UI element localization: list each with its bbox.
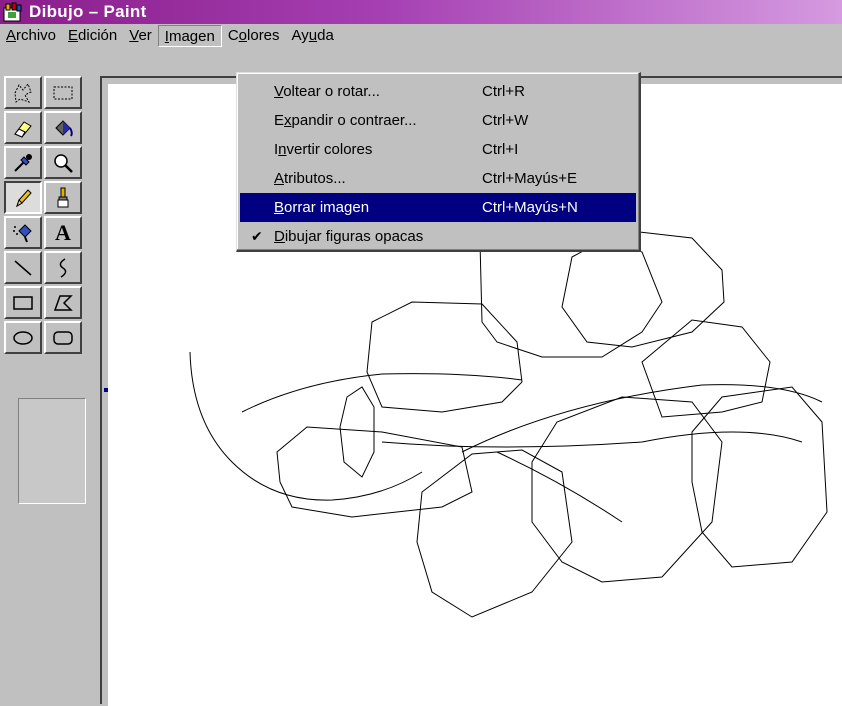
text-tool[interactable]: A — [44, 216, 82, 249]
paint-app-icon[interactable] — [3, 2, 25, 22]
menu-item-invertir-colores[interactable]: Invertir colores Ctrl+I — [237, 135, 639, 164]
color-picker-icon — [14, 153, 32, 172]
menu-item-label: Voltear o rotar... — [274, 83, 380, 100]
menu-item-label: Expandir o contraer... — [274, 112, 417, 129]
menu-item-dibujar-figuras-opacas[interactable]: ✔ Dibujar figuras opacas — [237, 222, 639, 251]
brush-icon — [57, 187, 69, 207]
menu-imagen[interactable]: Imagen — [157, 25, 222, 47]
menu-ver[interactable]: Ver — [123, 25, 158, 47]
line-icon — [14, 259, 32, 276]
tool-options-box[interactable] — [18, 398, 86, 504]
polygon-icon — [53, 294, 73, 311]
menu-item-label: Dibujar figuras opacas — [274, 228, 424, 245]
line-tool[interactable] — [4, 251, 42, 284]
rect-select-icon — [53, 86, 73, 99]
polygon-tool[interactable] — [44, 286, 82, 319]
canvas-resize-handle[interactable] — [104, 388, 108, 392]
menu-ayuda[interactable]: Ayuda — [286, 25, 340, 47]
fill-bucket-icon — [55, 119, 73, 137]
menu-item-expandir-contraer[interactable]: Expandir o contraer... Ctrl+W — [237, 106, 639, 135]
menu-item-shortcut: Ctrl+Mayús+E — [482, 170, 578, 187]
text-icon: A — [55, 219, 71, 245]
menu-edicion[interactable]: Edición — [62, 25, 123, 47]
checkmark-icon: ✔ — [251, 228, 263, 244]
curve-icon — [59, 257, 67, 278]
imagen-dropdown-menu: Voltear o rotar... Ctrl+R Expandir o con… — [236, 72, 641, 252]
pencil-icon — [16, 188, 32, 207]
menu-item-label: Atributos... — [274, 170, 346, 187]
curve-tool[interactable] — [44, 251, 82, 284]
menu-item-label: Borrar imagen — [274, 199, 370, 216]
ellipse-icon — [13, 330, 33, 345]
menu-bar: Archivo Edición Ver Imagen Colores Ayuda — [0, 24, 842, 48]
title-bar: Dibujo – Paint — [0, 0, 842, 24]
rounded-rect-icon — [53, 330, 73, 345]
menu-item-shortcut: Ctrl+R — [482, 83, 525, 100]
eraser-tool[interactable] — [4, 111, 42, 144]
rect-select-tool[interactable] — [44, 76, 82, 109]
toolbox: A — [4, 76, 96, 704]
menu-archivo[interactable]: Archivo — [0, 25, 62, 47]
airbrush-icon — [13, 223, 32, 242]
pencil-tool[interactable] — [4, 181, 42, 214]
rounded-rect-tool[interactable] — [44, 321, 82, 354]
ellipse-tool[interactable] — [4, 321, 42, 354]
menu-item-shortcut: Ctrl+W — [482, 112, 529, 129]
rectangle-icon — [13, 295, 33, 310]
menu-colores[interactable]: Colores — [222, 25, 286, 47]
free-select-icon — [14, 82, 32, 103]
magnifier-tool[interactable] — [44, 146, 82, 179]
magnifier-icon — [54, 153, 73, 173]
menu-item-borrar-imagen[interactable]: Borrar imagen Ctrl+Mayús+N — [240, 193, 636, 222]
rectangle-tool[interactable] — [4, 286, 42, 319]
menu-item-atributos[interactable]: Atributos... Ctrl+Mayús+E — [237, 164, 639, 193]
window-title: Dibujo – Paint — [29, 2, 147, 21]
menu-item-shortcut: Ctrl+Mayús+N — [482, 199, 578, 216]
menu-item-voltear-rotar[interactable]: Voltear o rotar... Ctrl+R — [237, 77, 639, 106]
airbrush-tool[interactable] — [4, 216, 42, 249]
menu-item-shortcut: Ctrl+I — [482, 141, 519, 158]
free-select-tool[interactable] — [4, 76, 42, 109]
eraser-icon — [14, 120, 32, 138]
menu-item-label: Invertir colores — [274, 141, 373, 158]
color-picker-tool[interactable] — [4, 146, 42, 179]
fill-bucket-tool[interactable] — [44, 111, 82, 144]
brush-tool[interactable] — [44, 181, 82, 214]
